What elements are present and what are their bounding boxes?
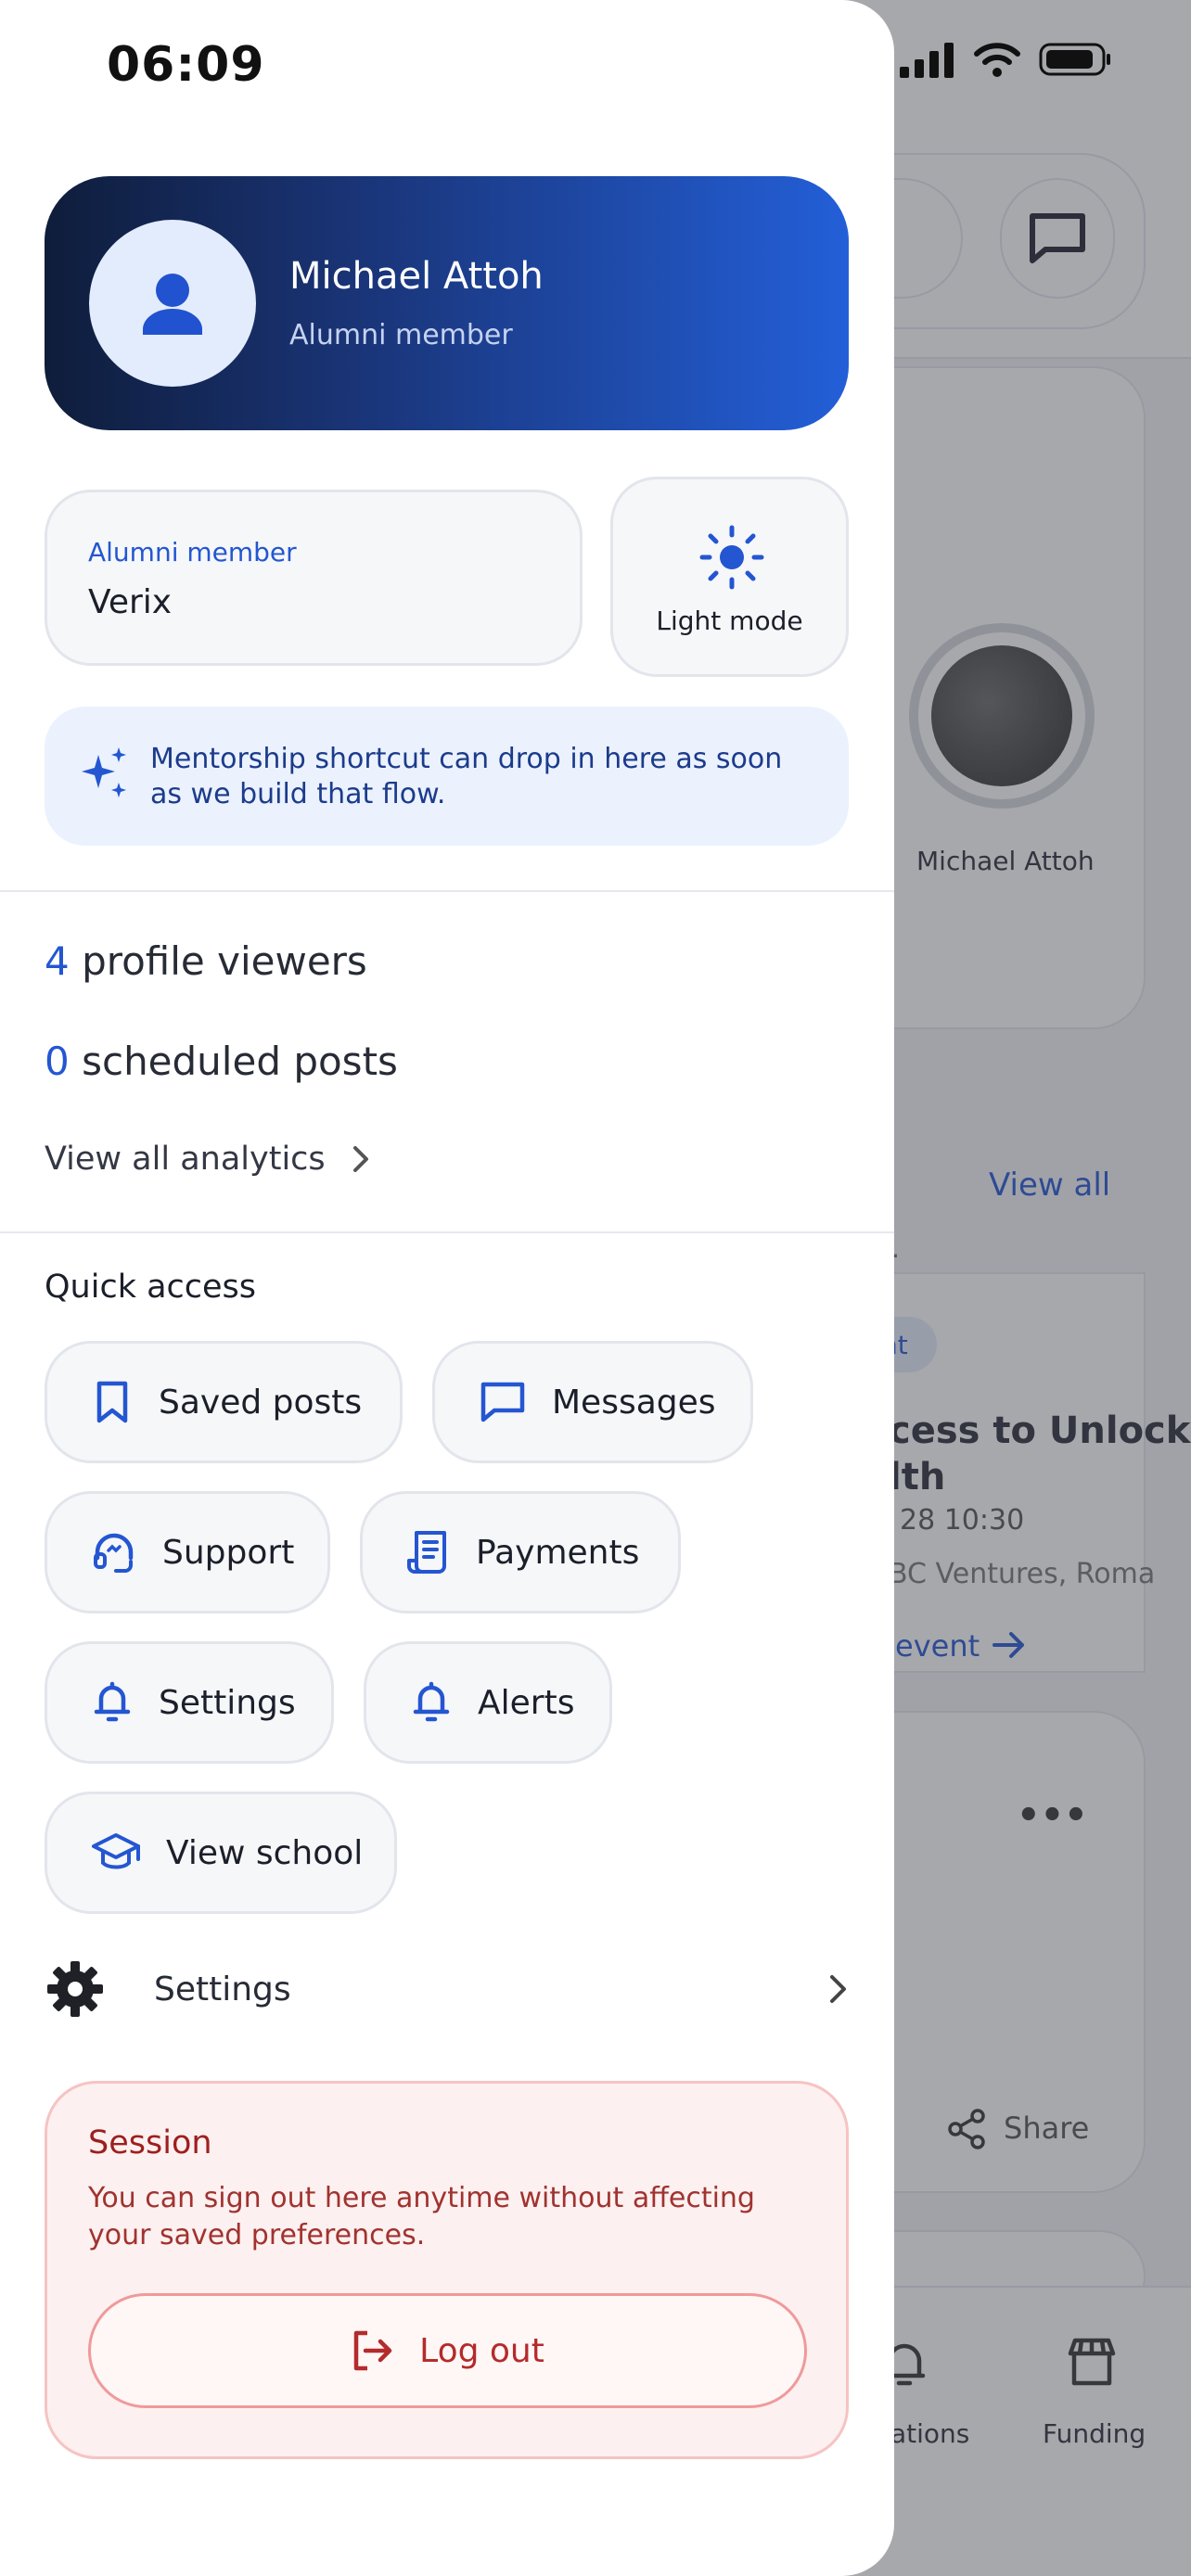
battery-icon [1039, 43, 1110, 76]
chip-label: Support [162, 1533, 295, 1572]
profile-card[interactable]: Michael Attoh Alumni member [45, 176, 849, 430]
quick-view-school-button[interactable]: View school [45, 1792, 397, 1914]
quick-payments-button[interactable]: Payments [360, 1491, 681, 1613]
bell-icon [413, 1681, 450, 1722]
profile-role: Alumni member [289, 319, 513, 351]
receipt-icon [407, 1531, 446, 1574]
quick-alerts-button[interactable]: Alerts [364, 1641, 612, 1764]
membership-card[interactable]: Alumni member Verix [45, 490, 583, 666]
chip-label: Settings [159, 1683, 296, 1722]
membership-value: Verix [88, 583, 173, 621]
avatar [89, 220, 256, 387]
analytics-link-label: View all analytics [45, 1141, 326, 1178]
wifi-icon [974, 43, 1020, 77]
divider [0, 1231, 894, 1233]
bell-icon [94, 1681, 131, 1722]
view-all-analytics-link[interactable]: View all analytics [45, 1141, 370, 1178]
navigation-drawer: 06:09 Michael Attoh Alumni member Alumni… [0, 0, 894, 2576]
chevron-right-icon [352, 1146, 368, 1172]
session-text: You can sign out here anytime without af… [88, 2182, 755, 2251]
session-title: Session [88, 2124, 212, 2162]
chip-label: Alerts [478, 1683, 575, 1722]
logout-button[interactable]: Log out [88, 2293, 807, 2408]
graduation-cap-icon [92, 1833, 140, 1869]
chip-label: Payments [476, 1533, 640, 1572]
stat-value: 4 [45, 938, 70, 984]
stat-profile-viewers: 4 profile viewers [45, 938, 367, 984]
stat-scheduled-posts: 0 scheduled posts [45, 1039, 398, 1084]
sparkles-icon [82, 747, 126, 797]
user-icon [143, 274, 202, 335]
quick-support-button[interactable]: Support [45, 1491, 330, 1613]
mentorship-tip: Mentorship shortcut can drop in here as … [45, 707, 849, 846]
divider [0, 890, 894, 892]
quick-messages-button[interactable]: Messages [432, 1341, 753, 1463]
signal-icon [900, 43, 954, 78]
settings-label: Settings [154, 1970, 291, 2009]
profile-name: Michael Attoh [289, 255, 544, 298]
settings-row[interactable]: Settings [45, 1947, 849, 2031]
quick-saved-posts-button[interactable]: Saved posts [45, 1341, 403, 1463]
tip-text: Mentorship shortcut can drop in here as … [150, 743, 783, 810]
stat-value: 0 [45, 1039, 70, 1084]
headset-icon [94, 1533, 134, 1573]
chip-label: Saved posts [159, 1383, 363, 1422]
quick-settings-button[interactable]: Settings [45, 1641, 334, 1764]
gear-icon [47, 1961, 103, 2017]
bookmark-icon [96, 1381, 128, 1423]
quick-access-title: Quick access [45, 1269, 257, 1306]
chip-label: View school [166, 1833, 364, 1872]
drawer-status-time: 06:09 [107, 37, 265, 93]
sun-icon [699, 525, 764, 590]
message-icon [480, 1382, 525, 1422]
stat-label: profile viewers [82, 938, 367, 984]
stat-label: scheduled posts [82, 1039, 398, 1084]
session-card: Session You can sign out here anytime wi… [45, 2081, 849, 2459]
membership-label: Alumni member [88, 537, 297, 567]
light-mode-label: Light mode [656, 606, 803, 636]
status-icons [898, 41, 1113, 78]
chevron-right-icon [830, 1975, 846, 2003]
logout-label: Log out [419, 2331, 544, 2370]
light-mode-toggle[interactable]: Light mode [610, 477, 849, 677]
chip-label: Messages [552, 1383, 716, 1422]
logout-icon [353, 2330, 392, 2371]
